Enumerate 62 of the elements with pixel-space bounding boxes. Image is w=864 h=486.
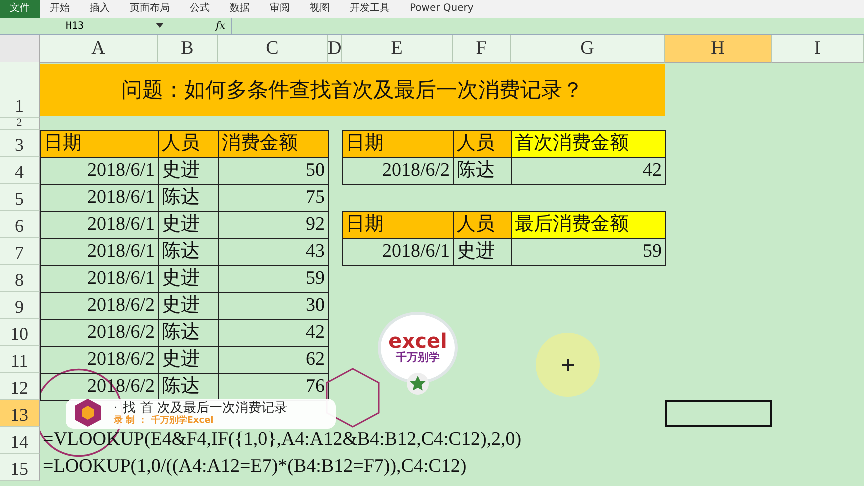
ribbon-tab[interactable]: 页面布局 (120, 0, 180, 18)
column-header[interactable]: A (40, 35, 158, 63)
row-header[interactable]: 11 (0, 346, 40, 373)
column-header[interactable]: G (511, 35, 665, 63)
column-header[interactable]: E (342, 35, 453, 63)
logo-word: excel (388, 331, 448, 351)
column-header[interactable]: I (772, 35, 864, 63)
header-cell: 人员 (453, 211, 512, 239)
name-box[interactable]: H13 (0, 20, 150, 32)
function-button[interactable]: fx (210, 20, 232, 32)
table-cell: 42 (511, 157, 666, 185)
row-header[interactable]: 3 (0, 130, 40, 157)
header-cell: 人员 (453, 130, 512, 158)
logo-subtitle: 千万别学 (396, 351, 440, 365)
ribbon-tab[interactable]: 审阅 (260, 0, 300, 18)
row-header[interactable]: 4 (0, 157, 40, 184)
column-header[interactable]: H (665, 35, 772, 63)
ribbon-tab[interactable]: 插入 (80, 0, 120, 18)
ribbon-tab[interactable]: 公式 (180, 0, 220, 18)
row-header[interactable]: 13 (0, 400, 40, 427)
row-header[interactable]: 2 (0, 118, 40, 130)
table-cell: 59 (511, 238, 666, 266)
ribbon-tab[interactable]: 开始 (40, 0, 80, 18)
caption-title: 找 首 次及最后一次消费记录 (123, 401, 288, 416)
row-header[interactable]: 12 (0, 373, 40, 400)
header-cell: 消费金额 (218, 130, 329, 158)
row-header[interactable]: 10 (0, 319, 40, 346)
header-cell: 日期 (40, 130, 159, 158)
row-header[interactable]: 7 (0, 238, 40, 265)
title-cell: 问题：如何多条件查找首次及最后一次消费记录？ (40, 64, 665, 116)
table-cell: 2018/6/2 (342, 157, 454, 185)
column-header[interactable]: F (453, 35, 511, 63)
header-cell: 最后消费金额 (511, 211, 666, 239)
row-header[interactable]: 9 (0, 292, 40, 319)
column-header[interactable]: D (328, 35, 342, 63)
row-header[interactable]: 8 (0, 265, 40, 292)
ribbon-tab[interactable]: 数据 (220, 0, 260, 18)
ribbon-tab[interactable]: 视图 (300, 0, 340, 18)
formula-cell-text: =LOOKUP(1,0/((A4:A12=E7)*(B4:B12=F7)),C4:C12) (42, 455, 468, 479)
row-header[interactable]: 14 (0, 427, 40, 454)
credit-label: 录 制 ： (114, 416, 148, 427)
row-header[interactable]: 1 (0, 62, 40, 118)
ribbon-tab[interactable]: Power Query (400, 0, 484, 18)
header-cell: 日期 (342, 130, 454, 158)
column-header[interactable]: C (218, 35, 328, 63)
dropdown-icon[interactable] (156, 23, 164, 29)
cursor-highlight-icon (536, 333, 600, 397)
table-cell: 2018/6/1 (342, 238, 454, 266)
credit-text: 千万别学Excel (151, 416, 214, 427)
bullet-text: · (114, 402, 118, 416)
table-cell: 史进 (453, 238, 512, 266)
header-cell: 首次消费金额 (511, 130, 666, 158)
row-header[interactable]: 6 (0, 211, 40, 238)
ribbon-tab[interactable]: 文件 (0, 0, 40, 18)
row-header[interactable]: 5 (0, 184, 40, 211)
selected-cell[interactable] (665, 400, 772, 427)
ribbon-tab[interactable]: 开发工具 (340, 0, 400, 18)
column-header[interactable]: B (158, 35, 218, 63)
row-header[interactable]: 15 (0, 454, 40, 481)
table-cell: 陈达 (453, 157, 512, 185)
header-cell: 人员 (158, 130, 219, 158)
header-cell: 日期 (342, 211, 454, 239)
